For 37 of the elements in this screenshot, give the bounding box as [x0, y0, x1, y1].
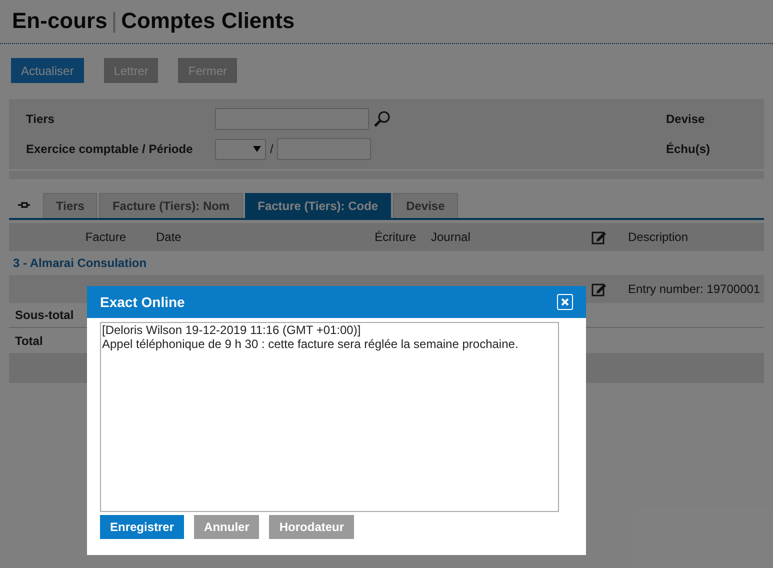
- field-label: Exercice comptable / Période: [26, 141, 194, 158]
- page-subtitle: Comptes Clients: [121, 7, 295, 35]
- dialog-title: Exact Online: [100, 292, 185, 312]
- dialog-button[interactable]: Horodateur: [269, 515, 354, 539]
- total-label: Total: [15, 332, 43, 350]
- page-title: En-cours: [12, 7, 108, 35]
- field-label: Devise: [666, 111, 706, 128]
- search-icon[interactable]: [373, 110, 391, 128]
- note-field[interactable]: [Deloris Wilson 19-12-2019 11:16 (GMT +01:00)] Appel téléphonique de 9 h 30 : cette facture sera réglée la semaine prochaine.: [100, 322, 559, 512]
- table-cell-text: Entry number: 19700001: [627, 281, 762, 298]
- dialog-button[interactable]: Enregistrer: [100, 515, 184, 539]
- tab[interactable]: Facture (Tiers): Nom: [99, 193, 243, 218]
- tab[interactable]: Tiers: [43, 193, 98, 218]
- tab[interactable]: Devise: [393, 193, 458, 218]
- close-button[interactable]: [557, 294, 573, 310]
- period-dropdown[interactable]: [215, 138, 266, 160]
- dialog-button[interactable]: Annuler: [194, 515, 260, 539]
- pin-icon[interactable]: [17, 200, 31, 210]
- column-header: Date: [155, 229, 182, 246]
- dropdown-arrow-icon: [253, 146, 261, 152]
- field-label: Échu(s): [666, 141, 712, 158]
- period-separator: /: [270, 141, 274, 158]
- tab[interactable]: Facture (Tiers): Code: [244, 193, 392, 218]
- column-header: Journal: [430, 229, 472, 246]
- edit-icon: [591, 281, 607, 297]
- edit-icon: [591, 229, 607, 245]
- tiers-field[interactable]: [215, 108, 369, 130]
- period-field[interactable]: [277, 138, 372, 160]
- field-label: Tiers: [26, 111, 56, 128]
- toolbar-button[interactable]: Actualiser: [11, 58, 84, 83]
- close-icon: [561, 298, 569, 306]
- title-separator: |: [111, 7, 118, 35]
- column-header: Facture: [84, 229, 127, 246]
- group-heading[interactable]: 3 - Almarai Consulation: [13, 254, 147, 272]
- subtotal-label: Sous-total: [15, 307, 74, 324]
- column-header: Écriture: [374, 229, 417, 246]
- column-header: Description: [627, 229, 690, 246]
